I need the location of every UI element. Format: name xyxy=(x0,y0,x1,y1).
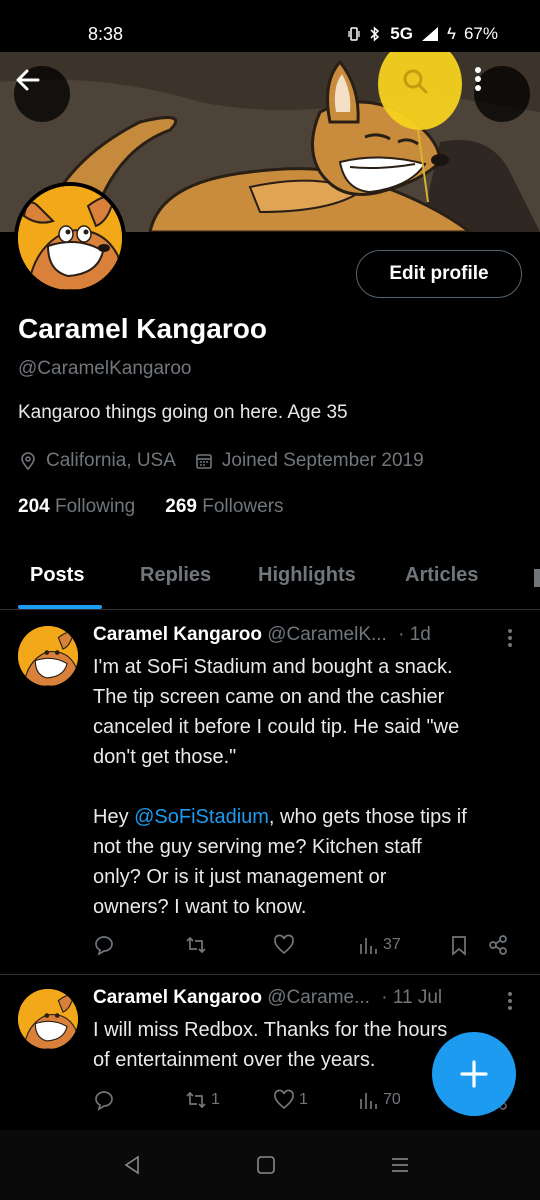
status-bar: 8:38 5G ϟ 67% xyxy=(0,0,540,52)
views-chart-icon xyxy=(360,1093,377,1109)
following-label: Following xyxy=(54,496,136,517)
profile-bio: Kangaroo things going on here. Age 35 xyxy=(18,402,348,423)
edit-profile-button[interactable]: Edit profile xyxy=(356,250,522,298)
post-author-name[interactable]: Caramel Kangaroo xyxy=(93,987,262,1008)
reply-button[interactable] xyxy=(93,1089,115,1111)
views-count: 70 xyxy=(383,1091,401,1108)
followers-count: 269 xyxy=(165,496,197,517)
post-author-handle: @CaramelK... xyxy=(267,624,387,645)
post-line: I'm at SoFi Stadium and bought a snack. xyxy=(93,656,453,678)
post-actions: 37 xyxy=(93,934,523,958)
profile-name: Caramel Kangaroo xyxy=(18,313,267,344)
vibrate-icon xyxy=(348,27,360,41)
post-text-fragment: Hey xyxy=(93,806,135,828)
views-count: 37 xyxy=(383,936,401,953)
profile-handle: @CaramelKangaroo xyxy=(18,358,192,379)
battery-level: 67% xyxy=(463,24,498,43)
back-button[interactable] xyxy=(14,66,70,122)
profile-avatar[interactable] xyxy=(14,182,126,294)
network-type: 5G xyxy=(390,24,413,43)
post-more-icon[interactable] xyxy=(500,991,520,1011)
share-button[interactable] xyxy=(487,934,509,956)
search-button[interactable] xyxy=(400,66,456,122)
repost-button[interactable]: 1 xyxy=(185,1089,220,1111)
kangaroo-avatar-art xyxy=(18,626,78,686)
post-avatar[interactable] xyxy=(18,626,78,686)
views-button[interactable]: 37 xyxy=(357,934,401,956)
kangaroo-avatar-art xyxy=(18,989,78,1049)
reply-icon xyxy=(95,936,113,956)
heart-icon xyxy=(274,1089,294,1110)
post-avatar[interactable] xyxy=(18,989,78,1049)
follow-stats: 204 Following 269 Followers xyxy=(18,496,284,518)
more-options-button[interactable] xyxy=(474,66,530,122)
active-tab-indicator xyxy=(18,605,102,609)
profile-location: California, USA xyxy=(46,450,176,471)
status-time: 8:38 xyxy=(88,24,124,44)
signal-icon xyxy=(421,27,438,41)
kangaroo-avatar-art xyxy=(18,186,122,290)
post-time: · 11 Jul xyxy=(381,987,443,1008)
more-vertical-icon xyxy=(475,67,481,91)
followers-label: Followers xyxy=(202,496,284,517)
like-button[interactable]: 1 xyxy=(273,1089,308,1111)
profile-meta: California, USA Joined September 2019 xyxy=(18,450,424,472)
post-header: Caramel Kangaroo @Carame... · 11 Jul xyxy=(93,987,442,1009)
tab-media-partial[interactable] xyxy=(534,569,540,587)
post-line: owners? I want to know. xyxy=(93,896,307,918)
post-more-icon[interactable] xyxy=(500,628,520,648)
post-line: canceled it before I could tip. He said … xyxy=(93,716,460,738)
compose-post-button[interactable] xyxy=(432,1032,516,1116)
search-icon xyxy=(403,69,428,94)
post-text-fragment: , who gets those tips if xyxy=(268,806,467,828)
share-icon xyxy=(489,935,507,955)
repost-button[interactable] xyxy=(185,934,211,956)
post-author-handle: @Carame... xyxy=(267,987,370,1008)
system-nav-bar xyxy=(0,1130,540,1200)
post-line: not the guy serving me? Kitchen staff xyxy=(93,836,422,858)
post-time: · 1d xyxy=(398,624,431,645)
post-item[interactable]: Caramel Kangaroo @CaramelK... · 1d I'm a… xyxy=(0,612,540,974)
profile-joined: Joined September 2019 xyxy=(221,450,424,471)
following-link[interactable]: 204 Following xyxy=(18,496,135,518)
tab-articles[interactable]: Articles xyxy=(405,564,478,587)
like-count: 1 xyxy=(299,1091,308,1108)
nav-recents-icon[interactable] xyxy=(389,1154,411,1176)
nav-home-icon[interactable] xyxy=(256,1154,276,1176)
post-author-name[interactable]: Caramel Kangaroo xyxy=(93,624,262,645)
like-button[interactable] xyxy=(273,934,299,956)
repost-icon xyxy=(186,1091,206,1109)
tab-highlights[interactable]: Highlights xyxy=(258,564,356,587)
arrow-left-icon xyxy=(16,69,40,91)
mention-link[interactable]: @SoFiStadium xyxy=(134,806,269,828)
reply-button[interactable] xyxy=(93,934,115,956)
following-count: 204 xyxy=(18,496,50,517)
bookmark-icon xyxy=(452,936,466,956)
post-line: only? Or is it just management or xyxy=(93,866,387,888)
bluetooth-icon xyxy=(370,26,380,42)
nav-back-icon[interactable] xyxy=(122,1154,142,1176)
repost-count: 1 xyxy=(211,1091,220,1108)
heart-icon xyxy=(274,934,294,955)
calendar-icon xyxy=(196,454,212,469)
post-text: I'm at SoFi Stadium and bought a snack. … xyxy=(93,652,523,922)
followers-link[interactable]: 269 Followers xyxy=(165,496,283,518)
battery-charging-icon: ϟ xyxy=(446,24,456,43)
plus-icon xyxy=(460,1060,488,1088)
post-header: Caramel Kangaroo @CaramelK... · 1d xyxy=(93,624,431,646)
reply-icon xyxy=(95,1091,113,1111)
post-line: don't get those." xyxy=(93,746,237,768)
status-icons: 5G ϟ 67% xyxy=(348,24,498,44)
post-line: The tip screen came on and the cashier xyxy=(93,686,445,708)
views-button[interactable]: 70 xyxy=(357,1089,401,1111)
post-line: Hey @SoFiStadium, who gets those tips if xyxy=(93,802,523,832)
views-chart-icon xyxy=(360,938,377,954)
bookmark-button[interactable] xyxy=(448,934,470,956)
profile-tabs: Posts Replies Highlights Articles xyxy=(0,552,540,610)
tab-posts[interactable]: Posts xyxy=(30,564,84,587)
location-pin-icon xyxy=(21,452,35,471)
tab-replies[interactable]: Replies xyxy=(140,564,211,587)
repost-icon xyxy=(186,936,206,954)
